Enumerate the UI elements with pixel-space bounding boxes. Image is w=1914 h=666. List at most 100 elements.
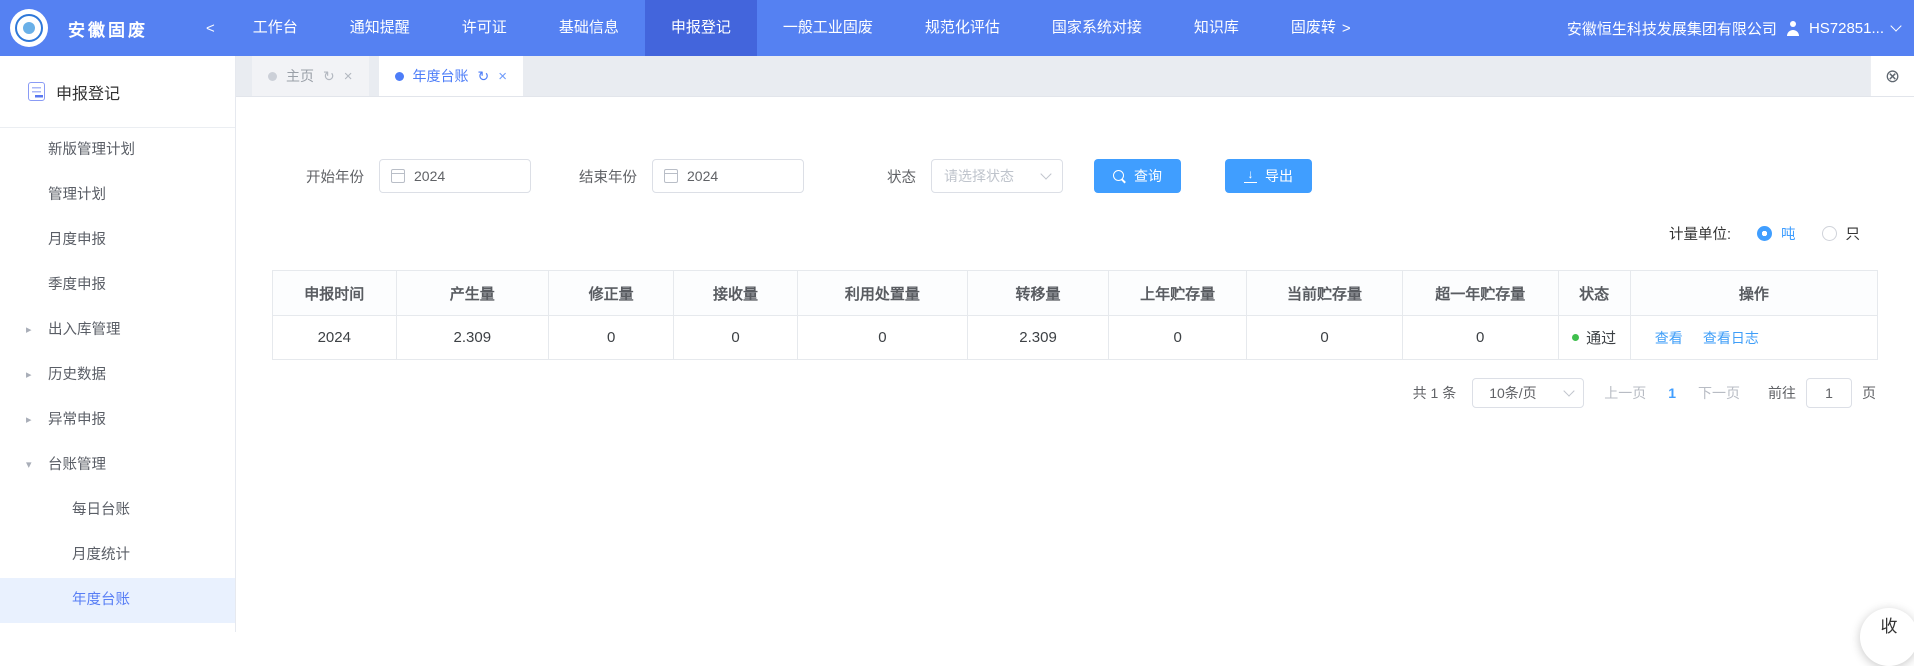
col-over-one-year-storage: 超一年贮存量 bbox=[1402, 271, 1558, 316]
radio-unit-ton[interactable]: 吨 bbox=[1757, 223, 1796, 244]
chevron-down-icon bbox=[1040, 168, 1051, 179]
col-current-storage: 当前贮存量 bbox=[1247, 271, 1403, 316]
nav-item-workbench[interactable]: 工作台 bbox=[227, 0, 324, 56]
tab-dot bbox=[268, 72, 277, 81]
next-page-button[interactable]: 下一页 bbox=[1698, 383, 1740, 403]
tab-annual-ledger[interactable]: 年度台账 ↻ × bbox=[379, 56, 524, 96]
tab-home[interactable]: 主页 ↻ × bbox=[252, 56, 369, 96]
close-icon[interactable]: × bbox=[344, 68, 353, 85]
download-icon: ↓ bbox=[1244, 169, 1257, 183]
nav-item-knowledge-base[interactable]: 知识库 bbox=[1168, 0, 1265, 56]
col-last-year-storage: 上年贮存量 bbox=[1109, 271, 1247, 316]
view-log-link[interactable]: 查看日志 bbox=[1703, 330, 1759, 346]
unit-selector-row: 计量单位: 吨 只 bbox=[236, 223, 1860, 244]
cell-status: 通过 bbox=[1558, 316, 1630, 360]
cell-current-storage: 0 bbox=[1247, 316, 1403, 360]
calendar-icon bbox=[391, 169, 405, 183]
page-size-select[interactable]: 10条/页 bbox=[1472, 378, 1584, 408]
sidebar-item-monthly-stats[interactable]: 月度统计 bbox=[0, 533, 235, 578]
top-menu: 工作台 通知提醒 许可证 基础信息 申报登记 一般工业固废 规范化评估 国家系统… bbox=[227, 0, 1361, 56]
cell-utilized-disposed: 0 bbox=[797, 316, 967, 360]
export-button[interactable]: ↓ 导出 bbox=[1225, 159, 1312, 193]
expand-right-icon: ▸ bbox=[26, 398, 32, 443]
cell-operations: 查看 查看日志 bbox=[1630, 316, 1877, 360]
sidebar-item-quarterly-declaration[interactable]: 季度申报 bbox=[0, 263, 235, 308]
main-content: 开始年份 结束年份 状态 请选择状态 查询 ↓ 导出 计量单位: 吨 bbox=[236, 97, 1914, 632]
nav-item-license[interactable]: 许可证 bbox=[436, 0, 533, 56]
sidebar-item-monthly-declaration[interactable]: 月度申报 bbox=[0, 218, 235, 263]
refresh-icon[interactable]: ↻ bbox=[323, 68, 335, 85]
start-year-input[interactable] bbox=[379, 159, 531, 193]
sidebar-item-inout-warehouse[interactable]: ▸ 出入库管理 bbox=[0, 308, 235, 353]
col-corrected: 修正量 bbox=[549, 271, 674, 316]
nav-item-waste-transfer[interactable]: 固废转 bbox=[1265, 0, 1336, 56]
company-name: 安徽恒生科技发展集团有限公司 bbox=[1567, 18, 1777, 39]
navbar-user-area: 安徽恒生科技发展集团有限公司 HS72851... bbox=[1567, 18, 1900, 39]
sidebar-header: 申报登记 bbox=[0, 56, 235, 128]
nav-item-declaration[interactable]: 申报登记 bbox=[645, 0, 757, 56]
sidebar-item-daily-ledger[interactable]: 每日台账 bbox=[0, 488, 235, 533]
refresh-icon[interactable]: ↻ bbox=[478, 68, 490, 85]
prev-page-button[interactable]: 上一页 bbox=[1604, 383, 1646, 403]
radio-selected-icon bbox=[1757, 226, 1772, 241]
annual-ledger-table: 申报时间 产生量 修正量 接收量 利用处置量 转移量 上年贮存量 当前贮存量 超… bbox=[272, 270, 1878, 360]
expand-right-icon: ▸ bbox=[26, 353, 32, 398]
search-button[interactable]: 查询 bbox=[1094, 159, 1181, 193]
status-select[interactable]: 请选择状态 bbox=[931, 159, 1063, 193]
goto-page-input[interactable] bbox=[1806, 378, 1852, 408]
nav-item-basic-info[interactable]: 基础信息 bbox=[533, 0, 645, 56]
calendar-icon bbox=[664, 169, 678, 183]
view-link[interactable]: 查看 bbox=[1655, 330, 1683, 346]
filter-bar: 开始年份 结束年份 状态 请选择状态 查询 ↓ 导出 bbox=[306, 159, 1914, 193]
sidebar-menu: 新版管理计划 管理计划 月度申报 季度申报 ▸ 出入库管理 ▸ 历史数据 ▸ 异… bbox=[0, 128, 235, 623]
tab-home-label: 主页 bbox=[286, 66, 314, 86]
table-row: 2024 2.309 0 0 0 2.309 0 0 0 通过 查看 查看日志 bbox=[273, 316, 1878, 360]
sidebar-item-abnormal-declaration[interactable]: ▸ 异常申报 bbox=[0, 398, 235, 443]
sidebar-item-management-plan[interactable]: 管理计划 bbox=[0, 173, 235, 218]
col-received: 接收量 bbox=[674, 271, 798, 316]
col-status: 状态 bbox=[1558, 271, 1630, 316]
pagination: 共 1 条 10条/页 上一页 1 下一页 前往 页 bbox=[236, 378, 1876, 408]
cell-received: 0 bbox=[674, 316, 798, 360]
nav-item-general-industrial-waste[interactable]: 一般工业固废 bbox=[757, 0, 899, 56]
sidebar-item-ledger-management[interactable]: ▾ 台账管理 bbox=[0, 443, 235, 488]
start-year-value[interactable] bbox=[414, 168, 504, 184]
expand-right-icon: ▸ bbox=[26, 308, 32, 353]
tab-strip: 主页 ↻ × 年度台账 ↻ × ⊗ bbox=[236, 56, 1914, 97]
table-header-row: 申报时间 产生量 修正量 接收量 利用处置量 转移量 上年贮存量 当前贮存量 超… bbox=[273, 271, 1878, 316]
nav-item-notifications[interactable]: 通知提醒 bbox=[324, 0, 436, 56]
cell-over-one-year-storage: 0 bbox=[1402, 316, 1558, 360]
sidebar-item-history-data[interactable]: ▸ 历史数据 bbox=[0, 353, 235, 398]
nav-item-standard-evaluation[interactable]: 规范化评估 bbox=[899, 0, 1026, 56]
col-operations: 操作 bbox=[1630, 271, 1877, 316]
user-icon bbox=[1785, 21, 1801, 36]
sidebar-title: 申报登记 bbox=[56, 80, 120, 104]
top-navbar: 安徽固废 < 工作台 通知提醒 许可证 基础信息 申报登记 一般工业固废 规范化… bbox=[0, 0, 1914, 56]
close-icon[interactable]: × bbox=[498, 68, 507, 85]
col-generated: 产生量 bbox=[396, 271, 548, 316]
user-id[interactable]: HS72851... bbox=[1809, 20, 1884, 37]
chevron-down-icon[interactable] bbox=[1890, 20, 1901, 31]
radio-unit-piece[interactable]: 只 bbox=[1822, 223, 1861, 244]
status-placeholder: 请选择状态 bbox=[944, 166, 1014, 186]
search-icon bbox=[1113, 170, 1126, 183]
status-pass-icon bbox=[1572, 334, 1579, 341]
nav-scroll-right-icon[interactable]: > bbox=[1342, 20, 1351, 37]
end-year-input[interactable] bbox=[652, 159, 804, 193]
nav-scroll-left-icon[interactable]: < bbox=[206, 20, 215, 37]
cell-generated: 2.309 bbox=[396, 316, 548, 360]
radio-unselected-icon bbox=[1822, 226, 1837, 241]
close-all-tabs-button[interactable]: ⊗ bbox=[1870, 56, 1914, 96]
nav-item-national-system[interactable]: 国家系统对接 bbox=[1026, 0, 1168, 56]
sidebar-item-new-management-plan[interactable]: 新版管理计划 bbox=[0, 128, 235, 173]
app-logo-icon bbox=[10, 9, 48, 47]
floating-collapse-button[interactable]: 收 bbox=[1860, 608, 1914, 666]
tab-annual-ledger-label: 年度台账 bbox=[413, 66, 469, 86]
end-year-value[interactable] bbox=[687, 168, 777, 184]
unit-label: 计量单位: bbox=[1669, 223, 1731, 244]
page-number-1[interactable]: 1 bbox=[1668, 385, 1676, 401]
sidebar-item-annual-ledger[interactable]: 年度台账 bbox=[0, 578, 235, 623]
col-transferred: 转移量 bbox=[967, 271, 1108, 316]
tab-dot bbox=[395, 72, 404, 81]
col-utilized-disposed: 利用处置量 bbox=[797, 271, 967, 316]
